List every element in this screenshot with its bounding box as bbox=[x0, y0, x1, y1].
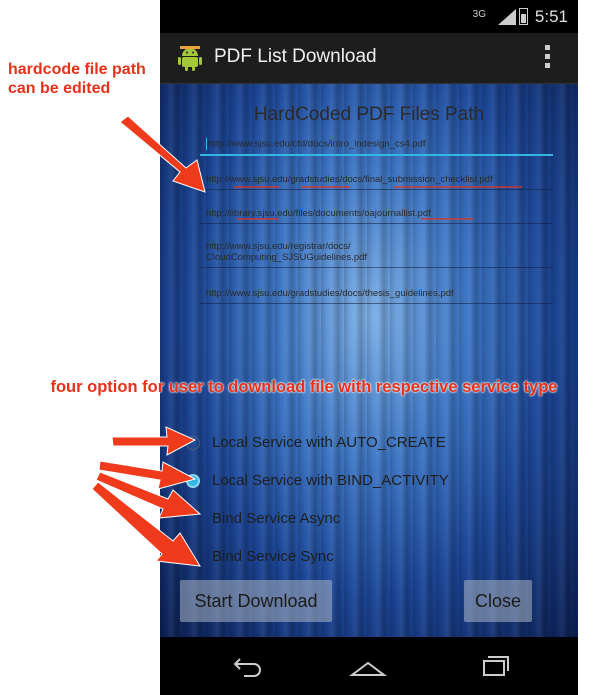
option-label: Bind Service Sync bbox=[212, 548, 334, 565]
option-label: Bind Service Async bbox=[212, 510, 341, 527]
pdf-path-text: http://www.sjsu.edu/cfd/docs/intro_indes… bbox=[208, 138, 426, 150]
annotation-service-options: four option for user to download file wi… bbox=[50, 378, 558, 396]
pdf-path-field-1[interactable]: http://www.sjsu.edu/cfd/docs/intro_indes… bbox=[200, 138, 553, 156]
android-icon[interactable] bbox=[176, 44, 204, 72]
recent-apps-icon[interactable] bbox=[474, 651, 514, 681]
app-title: PDF List Download bbox=[214, 46, 377, 67]
pdf-path-text: http://www.sjsu.edu/gradstudies/docs/the… bbox=[206, 288, 454, 299]
pdf-path-field-5[interactable]: http://www.sjsu.edu/gradstudies/docs/the… bbox=[200, 288, 553, 304]
nav-bar bbox=[160, 637, 578, 695]
battery-icon bbox=[519, 8, 528, 25]
close-button[interactable]: Close bbox=[464, 580, 532, 622]
pdf-path-text: http://www.sjsu.edu/registrar/docs/ Clou… bbox=[206, 241, 368, 263]
main-content: HardCoded PDF Files Path http://www.sjsu… bbox=[160, 84, 578, 637]
home-icon[interactable] bbox=[348, 651, 388, 681]
overflow-menu-icon[interactable] bbox=[542, 45, 552, 71]
annotation-hardcode-path: hardcode file path can be edited bbox=[8, 61, 146, 97]
option-label: Local Service with AUTO_CREATE bbox=[212, 434, 446, 451]
pdf-path-field-3[interactable]: http://library.sjsu.edu/files/documents/… bbox=[200, 208, 553, 224]
radio-button-checked[interactable] bbox=[186, 474, 200, 488]
clock: 5:51 bbox=[534, 7, 568, 26]
signal-bars-icon bbox=[498, 9, 516, 25]
start-download-button[interactable]: Start Download bbox=[180, 580, 332, 622]
pdf-path-field-2[interactable]: http://www.sjsu.edu/gradstudies/docs/fin… bbox=[200, 174, 553, 190]
pdf-path-field-4[interactable]: http://www.sjsu.edu/registrar/docs/ Clou… bbox=[200, 241, 553, 268]
pdf-path-text: http://www.sjsu.edu/gradstudies/docs/fin… bbox=[206, 174, 493, 185]
phone-screen: 3G 5:51 PDF List Download HardCoded PDF … bbox=[160, 0, 578, 695]
text-cursor bbox=[206, 138, 207, 150]
back-icon[interactable] bbox=[226, 651, 266, 681]
action-bar: PDF List Download bbox=[160, 33, 578, 84]
page-heading: HardCoded PDF Files Path bbox=[253, 104, 485, 125]
radio-button[interactable] bbox=[186, 436, 200, 450]
status-bar: 3G 5:51 bbox=[160, 0, 578, 33]
option-label: Local Service with BIND_ACTIVITY bbox=[212, 472, 449, 489]
pdf-path-text: http://library.sjsu.edu/files/documents/… bbox=[206, 208, 431, 219]
signal-type: 3G bbox=[472, 9, 486, 20]
